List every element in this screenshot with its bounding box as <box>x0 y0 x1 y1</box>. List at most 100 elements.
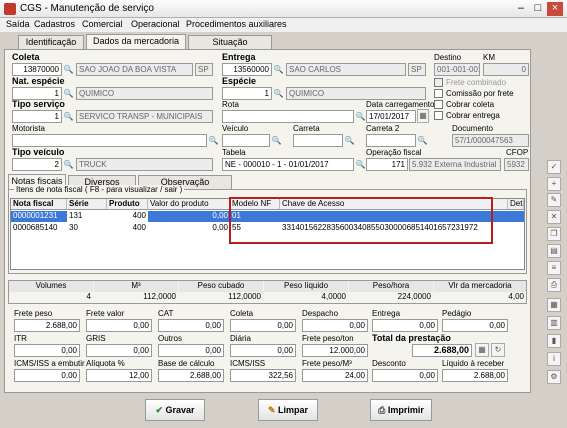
base-calculo-input[interactable]: 2.688,00 <box>158 369 224 382</box>
calendar-icon[interactable]: ▦ <box>417 109 429 123</box>
table-cell[interactable]: 0,00 <box>148 223 230 234</box>
desconto-input[interactable]: 0,00 <box>372 369 438 382</box>
icms-embutir-input[interactable]: 0,00 <box>14 369 80 382</box>
cobrar-entrega-checkbox[interactable] <box>434 111 443 120</box>
check-icon[interactable]: ✓ <box>547 160 561 174</box>
delete-icon[interactable]: ✕ <box>547 210 561 224</box>
gravar-button[interactable]: ✔ Gravar <box>145 399 205 421</box>
motorista-input[interactable] <box>12 134 207 147</box>
list-icon[interactable]: ≡ <box>547 261 561 275</box>
coleta-valor-input[interactable]: 0,00 <box>230 319 296 332</box>
chart-icon[interactable]: ▮ <box>547 334 561 348</box>
coleta-search-icon[interactable]: 🔍 <box>63 64 74 75</box>
copy-icon[interactable]: ❐ <box>547 227 561 241</box>
coleta-cep-input[interactable]: 13870000 <box>12 63 62 76</box>
menu-saida[interactable]: Saída <box>6 19 30 29</box>
frete-peso-m3-input[interactable]: 24,00 <box>302 369 368 382</box>
especie-search-icon[interactable]: 🔍 <box>273 88 284 99</box>
tipo-veiculo-search-icon[interactable]: 🔍 <box>63 159 74 170</box>
veiculo-search-icon[interactable]: 🔍 <box>271 135 282 146</box>
aliquota-input[interactable]: 12,00 <box>86 369 152 382</box>
recalculate-icon[interactable]: ↻ <box>491 343 505 357</box>
gris-input[interactable]: 0,00 <box>86 344 152 357</box>
desconto-label: Desconto <box>372 359 406 368</box>
despacho-input[interactable]: 0,00 <box>302 319 368 332</box>
minimize-icon[interactable]: – <box>513 2 529 16</box>
entrega-valor-input[interactable]: 0,00 <box>372 319 438 332</box>
itr-input[interactable]: 0,00 <box>14 344 80 357</box>
menu-procedimentos[interactable]: Procedimentos auxiliares <box>186 19 287 29</box>
menu-operacional[interactable]: Operacional <box>131 19 180 29</box>
table-cell[interactable]: 0000685140 <box>11 223 67 234</box>
peso-liquido-label: Peso líquido <box>264 281 348 292</box>
menu-comercial[interactable]: Comercial <box>82 19 123 29</box>
outros-input[interactable]: 0,00 <box>158 344 224 357</box>
table-cell[interactable]: 131 <box>67 211 107 222</box>
pedagio-input[interactable]: 0,00 <box>442 319 508 332</box>
carreta2-input[interactable] <box>366 134 416 147</box>
col-valor-produto[interactable]: Valor do produto <box>148 199 230 210</box>
col-detalhamento[interactable]: Detalham <box>508 199 524 210</box>
frete-combinado-checkbox[interactable] <box>434 78 443 87</box>
comissao-checkbox[interactable] <box>434 89 443 98</box>
table-cell[interactable]: 30 <box>67 223 107 234</box>
imprimir-button[interactable]: ⎙ Imprimir <box>370 399 432 421</box>
edit-icon[interactable]: ✎ <box>547 193 561 207</box>
volumes-label: Volumes <box>9 281 93 292</box>
frete-peso-m3-label: Frete peso/M³ <box>302 359 352 368</box>
icms-iss-input[interactable]: 322,56 <box>230 369 296 382</box>
col-produto[interactable]: Produto <box>107 199 148 210</box>
diaria-input[interactable]: 0,00 <box>230 344 296 357</box>
entrega-cep-input[interactable]: 13560000 <box>222 63 272 76</box>
report-icon[interactable]: ▥ <box>547 316 561 330</box>
settings-icon[interactable]: ⚙ <box>547 370 561 384</box>
cobrar-coleta-label: Cobrar coleta <box>446 100 495 109</box>
table-cell[interactable]: 400 <box>107 223 148 234</box>
print-icon[interactable]: ⎙ <box>547 278 561 292</box>
limpar-button[interactable]: ✎ Limpar <box>258 399 318 421</box>
tab-identificacao[interactable]: Identificação <box>18 35 84 49</box>
data-carregamento-input[interactable]: 17/01/2017 <box>366 110 416 123</box>
motorista-search-icon[interactable]: 🔍 <box>208 135 219 146</box>
tipo-veiculo-code-input[interactable]: 2 <box>12 158 62 171</box>
menu-cadastros[interactable]: Cadastros <box>34 19 75 29</box>
frete-peso-input[interactable]: 2.688,00 <box>14 319 80 332</box>
tab-situacao[interactable]: Situação <box>188 35 272 49</box>
tipo-servico-code-input[interactable]: 1 <box>12 110 62 123</box>
add-icon[interactable]: + <box>547 177 561 191</box>
table-cell[interactable]: 400 <box>107 211 148 222</box>
cat-input[interactable]: 0,00 <box>158 319 224 332</box>
tabela-input[interactable]: NE - 000010 - 1 - 01/01/2017 <box>222 158 354 171</box>
operacao-fiscal-code-input[interactable]: 171 <box>366 158 408 171</box>
carreta-search-icon[interactable]: 🔍 <box>344 135 355 146</box>
calendar-side-icon[interactable]: ▦ <box>547 298 561 312</box>
cobrar-coleta-checkbox[interactable] <box>434 100 443 109</box>
calculator-icon[interactable]: ▦ <box>475 343 489 357</box>
nat-especie-search-icon[interactable]: 🔍 <box>63 88 74 99</box>
table-cell[interactable]: 0000001231 <box>11 211 67 222</box>
tab-dados-mercadoria[interactable]: Dados da mercadoria <box>86 34 186 49</box>
items-caption: Itens de nota fiscal ( F8 - para visuali… <box>14 185 185 194</box>
col-nota-fiscal[interactable]: Nota fiscal <box>11 199 67 210</box>
veiculo-input[interactable] <box>222 134 270 147</box>
destino-field: 001-001-001 <box>434 63 480 76</box>
rota-search-icon[interactable]: 🔍 <box>355 111 366 122</box>
close-icon[interactable]: × <box>547 2 563 16</box>
tipo-servico-search-icon[interactable]: 🔍 <box>63 111 74 122</box>
col-serie[interactable]: Série <box>67 199 107 210</box>
info-icon[interactable]: i <box>547 352 561 366</box>
entrega-search-icon[interactable]: 🔍 <box>273 64 284 75</box>
liquido-receber-input[interactable]: 2.688,00 <box>442 369 508 382</box>
frete-peso-ton-input[interactable]: 12.000,00 <box>302 344 368 357</box>
especie-code-input[interactable]: 1 <box>222 87 272 100</box>
carreta2-search-icon[interactable]: 🔍 <box>417 135 428 146</box>
table-cell[interactable]: 0,00 <box>148 211 230 222</box>
tabela-search-icon[interactable]: 🔍 <box>355 159 366 170</box>
carreta-input[interactable] <box>293 134 343 147</box>
rota-input[interactable] <box>222 110 354 123</box>
frete-valor-input[interactable]: 0,00 <box>86 319 152 332</box>
km-label: KM <box>483 53 495 62</box>
document-icon[interactable]: ▤ <box>547 244 561 258</box>
maximize-icon[interactable]: □ <box>530 2 546 16</box>
coleta-label: Coleta <box>12 52 40 62</box>
